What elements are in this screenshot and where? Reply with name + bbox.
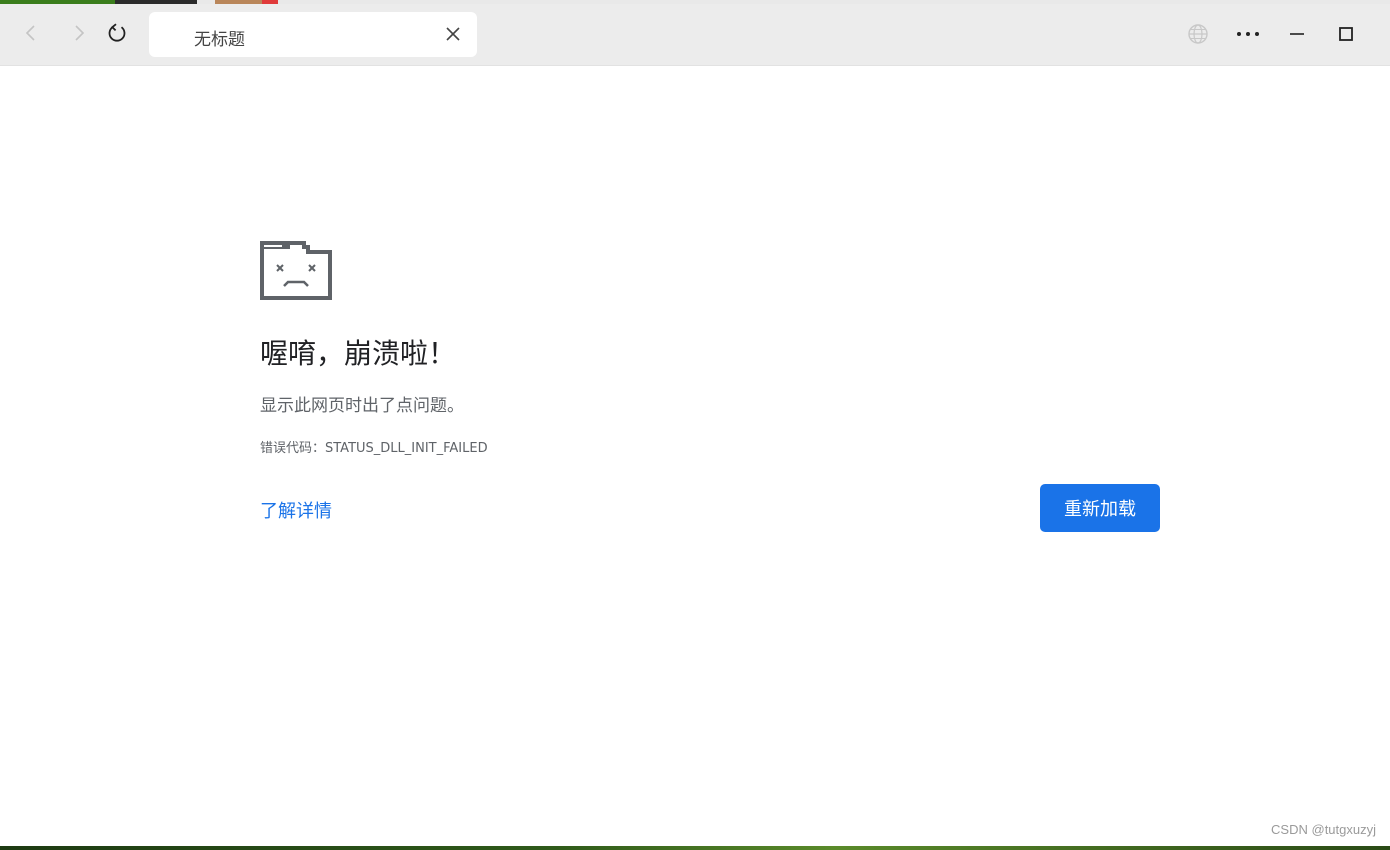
globe-icon — [1188, 24, 1208, 44]
close-icon — [446, 27, 460, 41]
browser-toolbar: 无标题 — [0, 4, 1390, 66]
forward-button[interactable] — [62, 16, 96, 50]
error-page: 喔唷，崩溃啦！ 显示此网页时出了点问题。 错误代码：STATUS_DLL_INI… — [0, 66, 1390, 846]
language-button[interactable] — [1180, 16, 1216, 52]
watermark: CSDN @tutgxuzyj — [1271, 822, 1376, 837]
back-icon — [25, 25, 35, 41]
error-heading: 喔唷，崩溃啦！ — [260, 337, 457, 370]
desktop-background-bottom — [0, 846, 1390, 850]
more-menu-button[interactable] — [1230, 16, 1266, 52]
tab-untitled[interactable]: 无标题 — [149, 12, 477, 57]
error-message: 显示此网页时出了点问题。 — [260, 396, 464, 416]
maximize-button[interactable] — [1328, 16, 1364, 52]
more-icon — [1237, 32, 1259, 36]
tab-title: 无标题 — [194, 30, 245, 50]
error-code: 错误代码：STATUS_DLL_INIT_FAILED — [260, 441, 488, 456]
forward-icon — [75, 25, 85, 41]
reload-button[interactable] — [100, 16, 134, 50]
learn-more-link[interactable]: 了解详情 — [260, 497, 332, 523]
reload-icon — [108, 23, 126, 42]
browser-window: 无标题 喔唷，崩溃啦！ 显示此网页时出了点问题。 错误代码：STATUS_DLL… — [0, 0, 1390, 850]
maximize-icon — [1339, 27, 1353, 41]
minimize-icon — [1290, 33, 1304, 35]
reload-page-button[interactable]: 重新加载 — [1040, 484, 1160, 532]
sad-tab-icon — [260, 241, 332, 300]
tab-close-button[interactable] — [443, 24, 463, 44]
minimize-button[interactable] — [1279, 16, 1315, 52]
back-button[interactable] — [14, 16, 48, 50]
